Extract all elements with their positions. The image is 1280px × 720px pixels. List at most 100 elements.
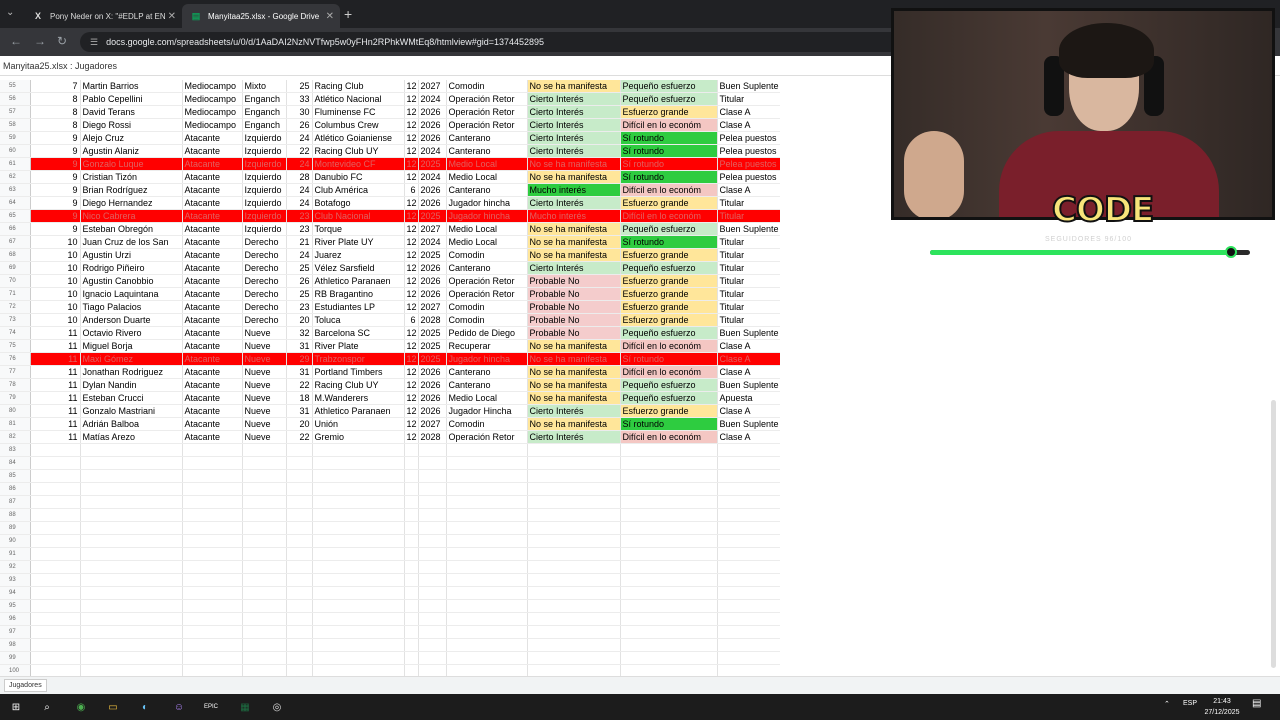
table-cell-empty[interactable] [80, 482, 183, 497]
table-cell-sub[interactable]: Derecho [242, 248, 287, 263]
table-cell-empty[interactable] [418, 599, 447, 614]
table-cell-empty[interactable] [527, 612, 621, 627]
table-cell-int[interactable]: No se ha manifesta [527, 378, 621, 393]
table-cell-role[interactable]: Apuesta [717, 391, 781, 406]
table-cell-eff[interactable]: Difícil en lo económ [620, 118, 718, 133]
table-cell-eff[interactable]: Esfuerzo grande [620, 300, 718, 315]
table-cell-empty[interactable] [286, 534, 313, 549]
table-cell-role[interactable]: Titular [717, 300, 781, 315]
table-cell-age[interactable]: 33 [286, 92, 313, 107]
table-cell-club[interactable]: Racing Club UY [312, 144, 405, 159]
table-cell-int[interactable]: Mucho interés [527, 209, 621, 224]
table-cell-int[interactable]: No se ha manifesta [527, 157, 621, 172]
table-cell-eff[interactable]: Sí rotundo [620, 144, 718, 159]
table-cell-empty[interactable] [30, 586, 81, 601]
table-cell-m[interactable]: 12 [404, 339, 419, 354]
table-cell-empty[interactable] [182, 573, 243, 588]
table-cell-empty[interactable] [620, 482, 718, 497]
table-cell-empty[interactable] [30, 560, 81, 575]
table-cell-pos[interactable]: Atacante [182, 352, 243, 367]
table-cell-empty[interactable] [80, 547, 183, 562]
table-cell-empty[interactable] [182, 651, 243, 666]
table-cell-age[interactable]: 20 [286, 417, 313, 432]
table-cell-n[interactable]: 9 [30, 131, 81, 146]
table-cell-role[interactable]: Clase A [717, 404, 781, 419]
table-cell-name[interactable]: Jonathan Rodriguez [80, 365, 183, 380]
table-cell-club[interactable]: Danubio FC [312, 170, 405, 185]
table-cell-empty[interactable] [446, 469, 528, 484]
new-tab-button[interactable]: + [344, 6, 352, 22]
table-cell-empty[interactable] [717, 495, 781, 510]
table-cell-y[interactable]: 2025 [418, 326, 447, 341]
table-cell-m[interactable]: 12 [404, 365, 419, 380]
table-cell-eff[interactable]: Esfuerzo grande [620, 105, 718, 120]
table-row[interactable]: 75 11 Miguel Borja Atacante Nueve 31 River Pla… [0, 339, 781, 354]
table-cell-n[interactable]: 11 [30, 326, 81, 341]
table-cell-empty[interactable] [418, 573, 447, 588]
table-row[interactable]: 78 11 Dylan Nandin Atacante Nueve 22 Racing Cl… [0, 378, 781, 393]
table-cell-sub[interactable]: Derecho [242, 261, 287, 276]
table-cell-m[interactable]: 12 [404, 352, 419, 367]
table-cell-empty[interactable] [312, 560, 405, 575]
table-cell-role[interactable]: Titular [717, 235, 781, 250]
table-cell-club[interactable]: Unión [312, 417, 405, 432]
table-cell-sub[interactable]: Derecho [242, 287, 287, 302]
table-cell-empty[interactable] [312, 495, 405, 510]
table-cell-empty[interactable] [527, 586, 621, 601]
table-cell-y[interactable]: 2025 [418, 248, 447, 263]
table-cell-empty[interactable] [404, 521, 419, 536]
table-cell-y[interactable]: 2028 [418, 313, 447, 328]
table-cell-y[interactable]: 2026 [418, 378, 447, 393]
table-cell-age[interactable]: 28 [286, 170, 313, 185]
table-cell-m[interactable]: 12 [404, 92, 419, 107]
table-row[interactable]: 56 8 Pablo Cepellini Mediocampo Enganch 33 Atl… [0, 92, 781, 107]
table-cell-y[interactable]: 2024 [418, 235, 447, 250]
table-cell-empty[interactable] [286, 638, 313, 653]
table-cell-sub[interactable]: Nueve [242, 378, 287, 393]
table-cell-empty[interactable] [30, 521, 81, 536]
table-cell-empty[interactable] [182, 456, 243, 471]
table-cell-pos[interactable]: Atacante [182, 209, 243, 224]
table-cell-empty[interactable] [418, 469, 447, 484]
table-cell-club[interactable]: Club Nacional [312, 209, 405, 224]
table-cell-eff[interactable]: Sí rotundo [620, 352, 718, 367]
table-cell-name[interactable]: Tiago Palacios [80, 300, 183, 315]
table-cell-empty[interactable] [312, 469, 405, 484]
table-cell-type[interactable]: Jugador hincha [446, 196, 528, 211]
table-cell-empty[interactable] [404, 508, 419, 523]
table-cell-eff[interactable]: Pequeño esfuerzo [620, 391, 718, 406]
table-cell-empty[interactable] [286, 612, 313, 627]
table-cell-eff[interactable]: Pequeño esfuerzo [620, 92, 718, 107]
table-cell-name[interactable]: Alejo Cruz [80, 131, 183, 146]
table-cell-int[interactable]: Cierto Interés [527, 404, 621, 419]
table-cell-empty[interactable] [242, 482, 287, 497]
table-cell-type[interactable]: Comodin [446, 313, 528, 328]
table-cell-empty[interactable] [182, 560, 243, 575]
table-cell-type[interactable]: Comodin [446, 417, 528, 432]
table-cell-empty[interactable] [312, 638, 405, 653]
table-cell-empty[interactable] [404, 443, 419, 458]
table-cell-int[interactable]: No se ha manifesta [527, 365, 621, 380]
table-cell-club[interactable]: Atlético Nacional [312, 92, 405, 107]
table-cell-empty[interactable] [446, 534, 528, 549]
table-cell-sub[interactable]: Derecho [242, 313, 287, 328]
table-cell-pos[interactable]: Mediocampo [182, 118, 243, 133]
table-cell-empty[interactable] [286, 508, 313, 523]
table-cell-role[interactable]: Clase A [717, 105, 781, 120]
table-cell-sub[interactable]: Izquierdo [242, 157, 287, 172]
table-cell-name[interactable]: David Terans [80, 105, 183, 120]
table-cell-sub[interactable]: Nueve [242, 404, 287, 419]
table-cell-empty[interactable] [404, 469, 419, 484]
table-cell-y[interactable]: 2026 [418, 118, 447, 133]
table-cell-empty[interactable] [30, 651, 81, 666]
table-cell-empty[interactable] [286, 469, 313, 484]
table-cell-y[interactable]: 2025 [418, 157, 447, 172]
table-cell-role[interactable]: Clase A [717, 339, 781, 354]
table-cell-name[interactable]: Diego Hernandez [80, 196, 183, 211]
table-row[interactable]: 89 [0, 521, 781, 536]
table-cell-n[interactable]: 10 [30, 235, 81, 250]
table-cell-empty[interactable] [286, 573, 313, 588]
table-cell-role[interactable]: Titular [717, 274, 781, 289]
table-cell-type[interactable]: Operación Retor [446, 105, 528, 120]
table-cell-empty[interactable] [620, 560, 718, 575]
